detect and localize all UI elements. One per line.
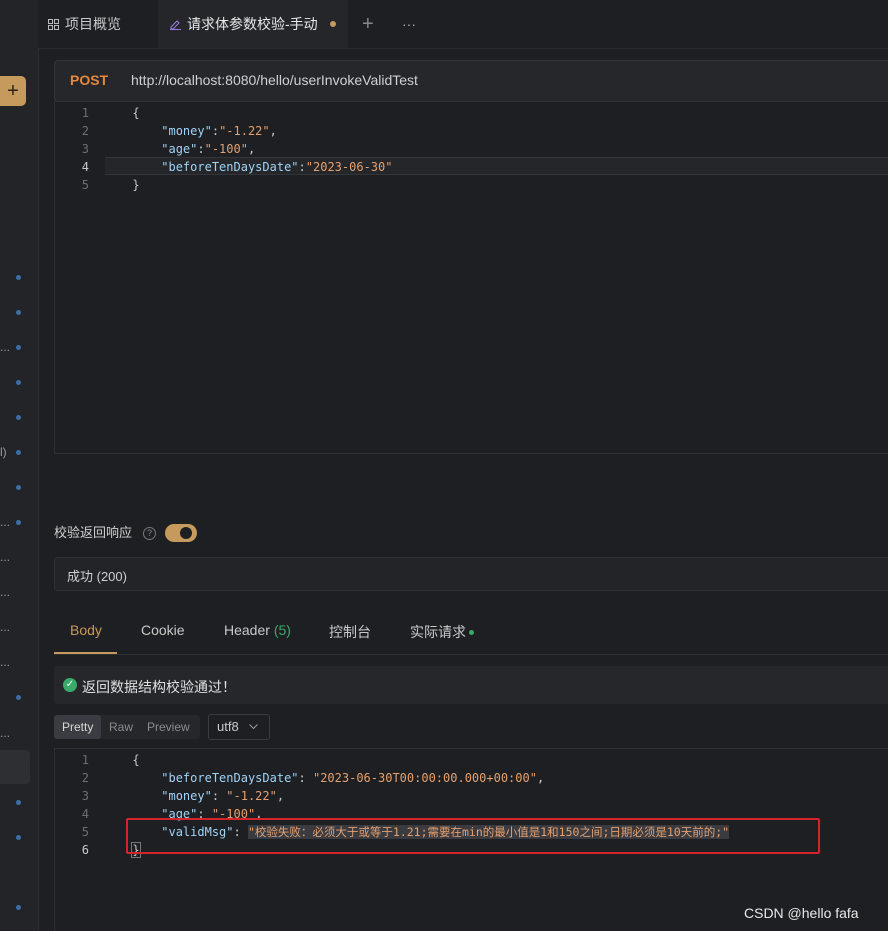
tab-actual-request[interactable]: 实际请求 [410, 622, 474, 642]
json-string: "2023-06-30T00:00:00.000+00:00" [312, 771, 537, 785]
sidebar-item-dot[interactable] [16, 275, 21, 280]
json-string: "-100" [204, 142, 248, 156]
sidebar-item-label[interactable]: ... [0, 620, 10, 634]
code-token: : [211, 124, 220, 138]
code-token: { [132, 753, 140, 767]
json-string: "-1.22" [219, 124, 270, 138]
request-url-bar: POST http://localhost:8080/hello/userInv… [54, 60, 888, 102]
line-number: 3 [81, 142, 89, 156]
line-number: 2 [81, 124, 89, 138]
sidebar-item-label[interactable]: l) [0, 445, 7, 459]
tab-label: 项目概览 [65, 16, 121, 32]
response-tabs: Body Cookie Header (5) 控制台 实际请求 [54, 606, 888, 655]
code-token: : [197, 142, 205, 156]
status-text: 成功 (200) [67, 569, 127, 584]
line-number: 2 [81, 771, 89, 785]
line-number: 6 [81, 843, 89, 857]
sidebar-item-label[interactable]: ... [0, 655, 10, 669]
chevron-down-icon [249, 724, 258, 730]
line-number: 3 [81, 789, 89, 803]
notice-text: 返回数据结构校验通过！ [82, 679, 236, 695]
line-number: 1 [81, 106, 89, 120]
validation-notice: ✓ 返回数据结构校验通过！ [54, 666, 888, 704]
json-key: "beforeTenDaysDate" [161, 771, 299, 785]
unsaved-dot-icon [330, 21, 336, 27]
code-token: , [247, 142, 256, 156]
json-string: "2023-06-30" [305, 160, 393, 174]
sidebar-item-dot[interactable] [16, 905, 21, 910]
code-token: : [298, 771, 313, 785]
encoding-select[interactable]: utf8 [208, 714, 270, 740]
format-preview-button[interactable]: Preview [147, 720, 190, 734]
sidebar-item-dot[interactable] [16, 695, 21, 700]
sidebar-item-dot[interactable] [16, 415, 21, 420]
line-number: 4 [81, 807, 89, 821]
request-code: 1 { 2 "money":"-1.22", 3 "age":"-100", 4… [55, 104, 393, 194]
sidebar-item-label[interactable]: ... [0, 515, 10, 529]
tab-active-request[interactable]: 请求体参数校验-手动 [158, 0, 348, 48]
code-token: { [132, 106, 140, 120]
sidebar-item-dot[interactable] [16, 520, 21, 525]
json-key: "age" [161, 142, 198, 156]
encoding-value: utf8 [217, 719, 239, 734]
grid-icon [48, 19, 59, 30]
help-icon[interactable]: ? [143, 527, 156, 540]
validate-response-label: 校验返回响应 [54, 525, 133, 540]
tab-label: 请求体参数校验-手动 [187, 16, 318, 32]
sidebar-item-dot[interactable] [16, 485, 21, 490]
sidebar-item-label[interactable]: ... [0, 550, 10, 564]
sidebar-item-label[interactable]: ... [0, 726, 10, 740]
format-toggle-group: Pretty Raw Preview [54, 715, 200, 739]
tab-console[interactable]: 控制台 [329, 622, 371, 642]
header-count-badge: (5) [273, 622, 291, 638]
line-number: 5 [81, 825, 89, 839]
code-token: , [269, 124, 277, 138]
sidebar-item-dot[interactable] [16, 310, 21, 315]
annotation-highlight-box [126, 818, 820, 854]
format-raw-button[interactable]: Raw [109, 720, 133, 734]
format-pretty-button[interactable]: Pretty [62, 720, 93, 734]
http-method-select[interactable]: POST [70, 72, 108, 88]
tab-cookie[interactable]: Cookie [141, 622, 185, 638]
sidebar-item-label[interactable]: ... [0, 340, 10, 354]
tab-label: Header [224, 622, 270, 638]
watermark: CSDN @hello fafa [744, 905, 859, 921]
code-token: , [536, 771, 545, 785]
tab-header[interactable]: Header (5) [224, 622, 291, 638]
toggle-knob [180, 527, 192, 539]
request-body-editor[interactable]: 1 { 2 "money":"-1.22", 3 "age":"-100", 4… [54, 101, 888, 454]
line-number: 4 [81, 160, 89, 174]
sidebar-item-dot[interactable] [16, 800, 21, 805]
more-tabs-button[interactable]: ··· [402, 0, 416, 48]
edit-icon [170, 20, 181, 30]
json-key: "beforeTenDaysDate" [161, 160, 299, 174]
add-button[interactable]: + [0, 76, 26, 106]
json-key: "money" [161, 789, 212, 803]
code-token: } [132, 178, 140, 192]
tab-project-overview[interactable]: 项目概览 [48, 0, 121, 48]
new-tab-button[interactable]: + [362, 0, 374, 48]
sidebar-item-dot[interactable] [16, 835, 21, 840]
line-number: 5 [81, 178, 89, 192]
json-string: "-1.22" [226, 789, 277, 803]
code-token: : [298, 160, 306, 174]
check-circle-icon: ✓ [63, 678, 77, 692]
sidebar-item-dot[interactable] [16, 345, 21, 350]
status-dot-icon [469, 630, 474, 635]
line-number: 1 [81, 753, 89, 767]
code-token: , [276, 789, 285, 803]
url-input[interactable]: http://localhost:8080/hello/userInvokeVa… [131, 72, 418, 88]
active-tab-indicator [54, 652, 117, 654]
sidebar-item-active[interactable] [0, 750, 30, 784]
json-key: "money" [161, 124, 212, 138]
tab-body[interactable]: Body [70, 622, 102, 638]
response-status-box: 成功 (200) [54, 557, 888, 591]
left-sidebar [0, 0, 39, 930]
sidebar-item-dot[interactable] [16, 380, 21, 385]
tab-label: 实际请求 [410, 624, 466, 640]
sidebar-item-label[interactable]: ... [0, 585, 10, 599]
code-token: : [211, 789, 227, 803]
sidebar-item-dot[interactable] [16, 450, 21, 455]
